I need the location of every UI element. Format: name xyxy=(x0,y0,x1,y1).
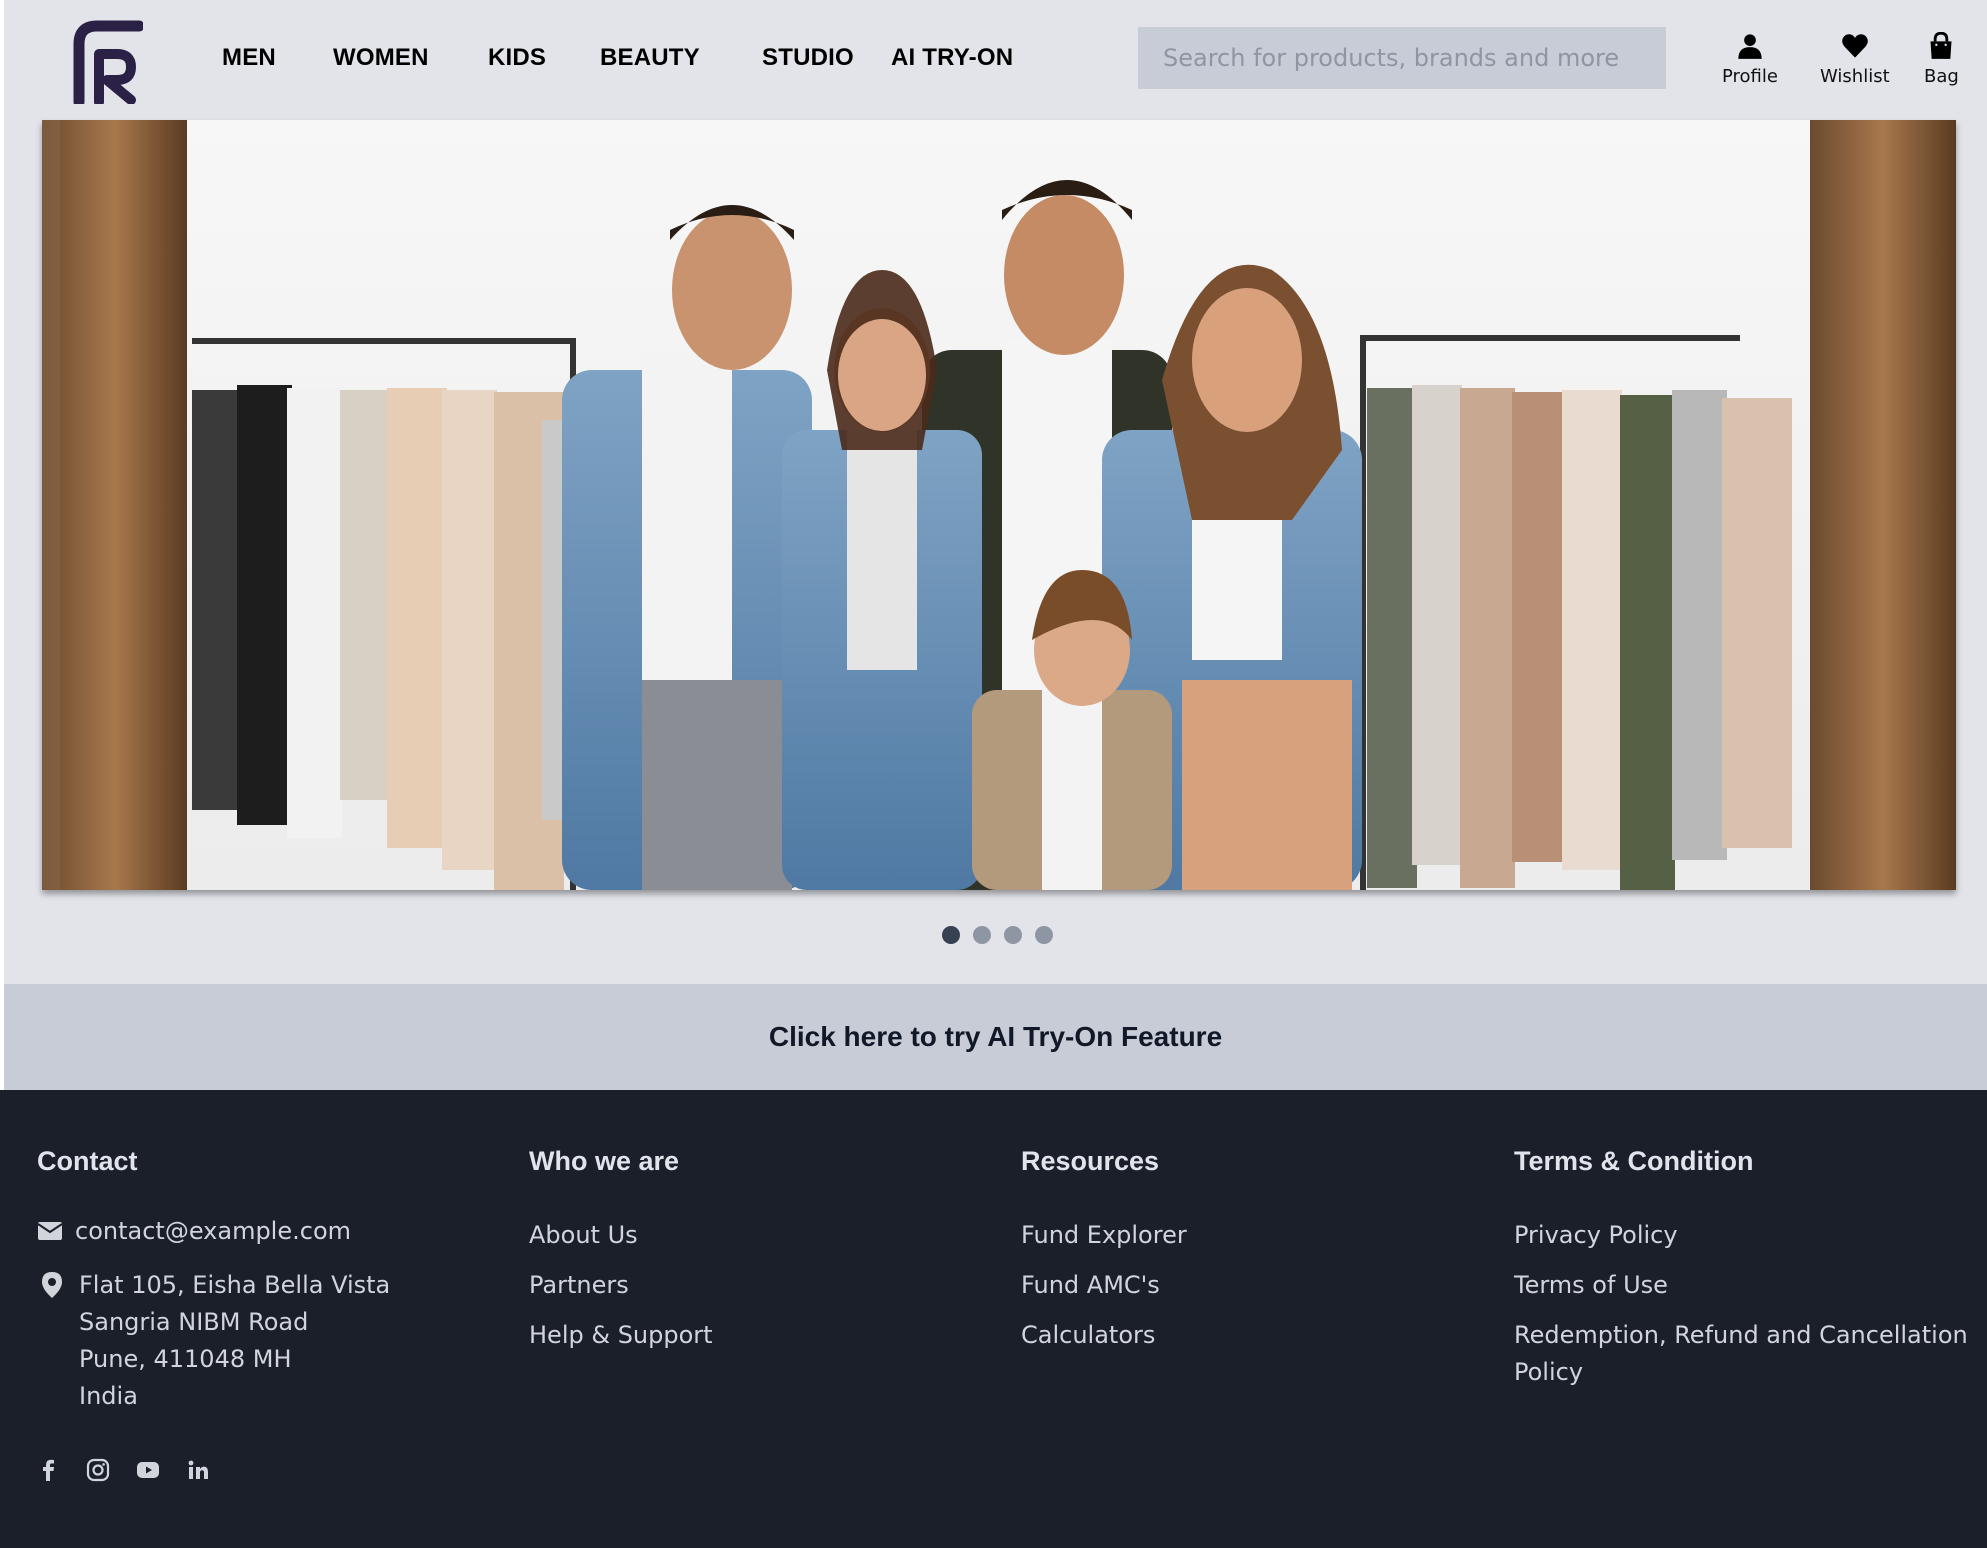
nav-ai-try-on[interactable]: AI TRY-ON xyxy=(891,0,1013,116)
footer-link-fund-explorer[interactable]: Fund Explorer xyxy=(1021,1217,1187,1254)
address-line: Sangria NIBM Road xyxy=(79,1308,309,1336)
site-footer: Contact contact@example.com Flat 105, Ei… xyxy=(0,1090,1987,1548)
search-input[interactable] xyxy=(1138,27,1666,89)
ai-try-on-cta-button[interactable]: Click here to try AI Try-On Feature xyxy=(4,984,1987,1090)
footer-heading-resources: Resources xyxy=(1021,1146,1160,1176)
hero-section xyxy=(4,120,1987,984)
contact-address: Flat 105, Eisha Bella Vista Sangria NIBM… xyxy=(79,1267,390,1415)
footer-resources-column: Resources Fund Explorer Fund AMC's Calcu… xyxy=(1021,1146,1187,1367)
brand-logo[interactable] xyxy=(69,18,143,104)
wishlist-button[interactable]: Wishlist xyxy=(1820,32,1890,87)
wishlist-label: Wishlist xyxy=(1820,66,1890,87)
instagram-icon[interactable] xyxy=(86,1458,110,1482)
carousel-dot-2[interactable] xyxy=(973,926,991,944)
carousel-dot-3[interactable] xyxy=(1004,926,1022,944)
footer-link-privacy-policy[interactable]: Privacy Policy xyxy=(1514,1217,1974,1254)
footer-heading-terms: Terms & Condition xyxy=(1514,1146,1754,1176)
hero-family-denim-photo xyxy=(42,120,1956,890)
carousel-dot-1[interactable] xyxy=(942,926,960,944)
footer-link-help-support[interactable]: Help & Support xyxy=(529,1317,713,1354)
address-line: Pune, 411048 MH xyxy=(79,1345,292,1373)
contact-email-link[interactable]: contact@example.com xyxy=(75,1217,351,1245)
social-links xyxy=(36,1458,210,1482)
footer-contact-column: Contact contact@example.com Flat 105, Ei… xyxy=(37,1146,477,1415)
nav-women[interactable]: WOMEN xyxy=(333,0,429,116)
footer-who-column: Who we are About Us Partners Help & Supp… xyxy=(529,1146,713,1367)
youtube-icon[interactable] xyxy=(136,1458,160,1482)
nav-men[interactable]: MEN xyxy=(222,0,276,116)
bag-icon xyxy=(1930,32,1952,59)
footer-heading-who-we-are: Who we are xyxy=(529,1146,680,1176)
facebook-icon[interactable] xyxy=(36,1458,60,1482)
bag-button[interactable]: Bag xyxy=(1924,32,1959,87)
footer-link-partners[interactable]: Partners xyxy=(529,1267,713,1304)
contact-email-row: contact@example.com xyxy=(37,1217,477,1245)
carousel-dot-4[interactable] xyxy=(1035,926,1053,944)
address-line: India xyxy=(79,1382,138,1410)
heart-icon xyxy=(1841,34,1868,58)
nav-studio[interactable]: STUDIO xyxy=(762,0,854,116)
bag-label: Bag xyxy=(1924,66,1959,87)
footer-link-fund-amcs[interactable]: Fund AMC's xyxy=(1021,1267,1187,1304)
address-line: Flat 105, Eisha Bella Vista xyxy=(79,1271,391,1299)
profile-label: Profile xyxy=(1722,66,1778,87)
nav-beauty[interactable]: BEAUTY xyxy=(600,0,700,116)
contact-address-row: Flat 105, Eisha Bella Vista Sangria NIBM… xyxy=(37,1267,477,1415)
hero-banner-image[interactable] xyxy=(42,120,1956,890)
footer-terms-column: Terms & Condition Privacy Policy Terms o… xyxy=(1514,1146,1974,1404)
user-icon xyxy=(1738,34,1762,59)
nav-kids[interactable]: KIDS xyxy=(488,0,546,116)
envelope-icon xyxy=(37,1222,63,1240)
footer-link-terms-of-use[interactable]: Terms of Use xyxy=(1514,1267,1974,1304)
carousel-dots xyxy=(942,926,1053,944)
map-pin-icon xyxy=(42,1272,62,1298)
footer-link-refund-policy[interactable]: Redemption, Refund and Cancellation Poli… xyxy=(1514,1317,1974,1391)
footer-heading-contact: Contact xyxy=(37,1146,138,1176)
profile-button[interactable]: Profile xyxy=(1722,32,1778,87)
footer-link-about-us[interactable]: About Us xyxy=(529,1217,713,1254)
footer-link-calculators[interactable]: Calculators xyxy=(1021,1317,1187,1354)
linkedin-icon[interactable] xyxy=(186,1458,210,1482)
site-header: MEN WOMEN KIDS BEAUTY STUDIO AI TRY-ON P… xyxy=(4,0,1987,120)
